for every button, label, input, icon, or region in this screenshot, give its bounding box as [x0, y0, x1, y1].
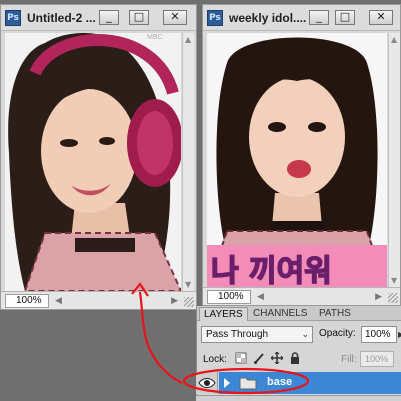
scroll-right-icon[interactable]: ▶: [375, 291, 382, 302]
scroll-right-icon[interactable]: ▶: [171, 295, 178, 306]
layer-visibility-toggle[interactable]: [196, 372, 218, 394]
resize-grip-icon[interactable]: [388, 293, 398, 303]
zoom-level-field[interactable]: 100%: [207, 290, 251, 304]
scroll-down-icon[interactable]: ▼: [185, 280, 191, 289]
blend-mode-value: Pass Through: [206, 329, 269, 340]
lock-position-icon[interactable]: [271, 352, 283, 364]
horizontal-scrollbar[interactable]: ◀ ▶: [255, 291, 384, 303]
status-bar: 100% ◀ ▶: [1, 291, 196, 309]
document-title: Untitled-2 ...: [27, 11, 96, 25]
scroll-down-icon[interactable]: ▼: [391, 276, 397, 285]
fill-label: Fill:: [341, 354, 357, 365]
photo-girl-with-headphones: MBC: [5, 33, 181, 291]
korean-caption-text: 나 끼여워: [211, 254, 332, 289]
opacity-field[interactable]: 100%: [361, 326, 397, 343]
document-window-untitled[interactable]: Ps Untitled-2 ... _ □ ✕ MBC ▲ ▼ 100% ◀ ▶: [0, 4, 197, 310]
panel-tabs: LAYERS CHANNELS PATHS: [197, 306, 401, 321]
close-button[interactable]: ✕: [369, 10, 393, 25]
minimize-button[interactable]: _: [309, 10, 329, 25]
zoom-level-field[interactable]: 100%: [5, 294, 49, 308]
layer-row[interactable]: [196, 395, 401, 401]
maximize-button[interactable]: □: [129, 10, 149, 25]
scroll-up-icon[interactable]: ▲: [391, 35, 397, 44]
photo-girl-pouting: 나 끼여워: [207, 33, 387, 291]
layer-name[interactable]: base: [267, 376, 292, 388]
opacity-label: Opacity:: [319, 328, 356, 339]
lock-transparent-pixels-icon[interactable]: [235, 352, 247, 364]
lock-label: Lock:: [203, 354, 227, 365]
close-button[interactable]: ✕: [163, 10, 187, 25]
blend-mode-select[interactable]: Pass Through ⌄: [201, 326, 313, 343]
photoshop-logo-icon: Ps: [207, 10, 223, 26]
chevron-down-icon: ⌄: [301, 329, 309, 339]
mbc-watermark: MBC: [147, 34, 163, 41]
window-titlebar[interactable]: Ps Untitled-2 ... _ □ ✕: [1, 5, 196, 31]
minimize-button[interactable]: _: [99, 10, 119, 25]
window-titlebar[interactable]: Ps weekly idol.... _ □ ✕: [203, 5, 400, 31]
scroll-left-icon[interactable]: ◀: [257, 291, 264, 302]
maximize-button[interactable]: □: [335, 10, 355, 25]
expand-triangle-icon[interactable]: [223, 378, 231, 388]
folder-icon: [239, 377, 257, 390]
document-window-weekly-idol[interactable]: Ps weekly idol.... _ □ ✕ 나 끼여워 ▲ ▼ 100% …: [202, 4, 401, 306]
tab-channels[interactable]: CHANNELS: [249, 307, 311, 321]
scroll-up-icon[interactable]: ▲: [185, 35, 191, 44]
horizontal-scrollbar[interactable]: ◀ ▶: [53, 295, 180, 307]
fill-field[interactable]: 100%: [360, 351, 394, 367]
layer-row-base[interactable]: [219, 372, 401, 394]
tab-layers[interactable]: LAYERS: [199, 307, 248, 321]
resize-grip-icon[interactable]: [184, 297, 194, 307]
vertical-scrollbar[interactable]: ▲ ▼: [182, 33, 194, 291]
document-canvas[interactable]: MBC: [5, 33, 181, 291]
status-bar: 100% ◀ ▶: [203, 287, 400, 305]
document-title: weekly idol....: [229, 11, 307, 25]
photoshop-logo-icon: Ps: [5, 10, 21, 26]
tab-paths[interactable]: PATHS: [315, 307, 355, 321]
vertical-scrollbar[interactable]: ▲ ▼: [388, 33, 400, 287]
lock-image-pixels-icon[interactable]: [253, 352, 265, 364]
lock-all-icon[interactable]: [289, 352, 301, 364]
document-canvas[interactable]: 나 끼여워: [207, 33, 387, 291]
eye-icon: [198, 378, 216, 388]
scroll-left-icon[interactable]: ◀: [55, 295, 62, 306]
